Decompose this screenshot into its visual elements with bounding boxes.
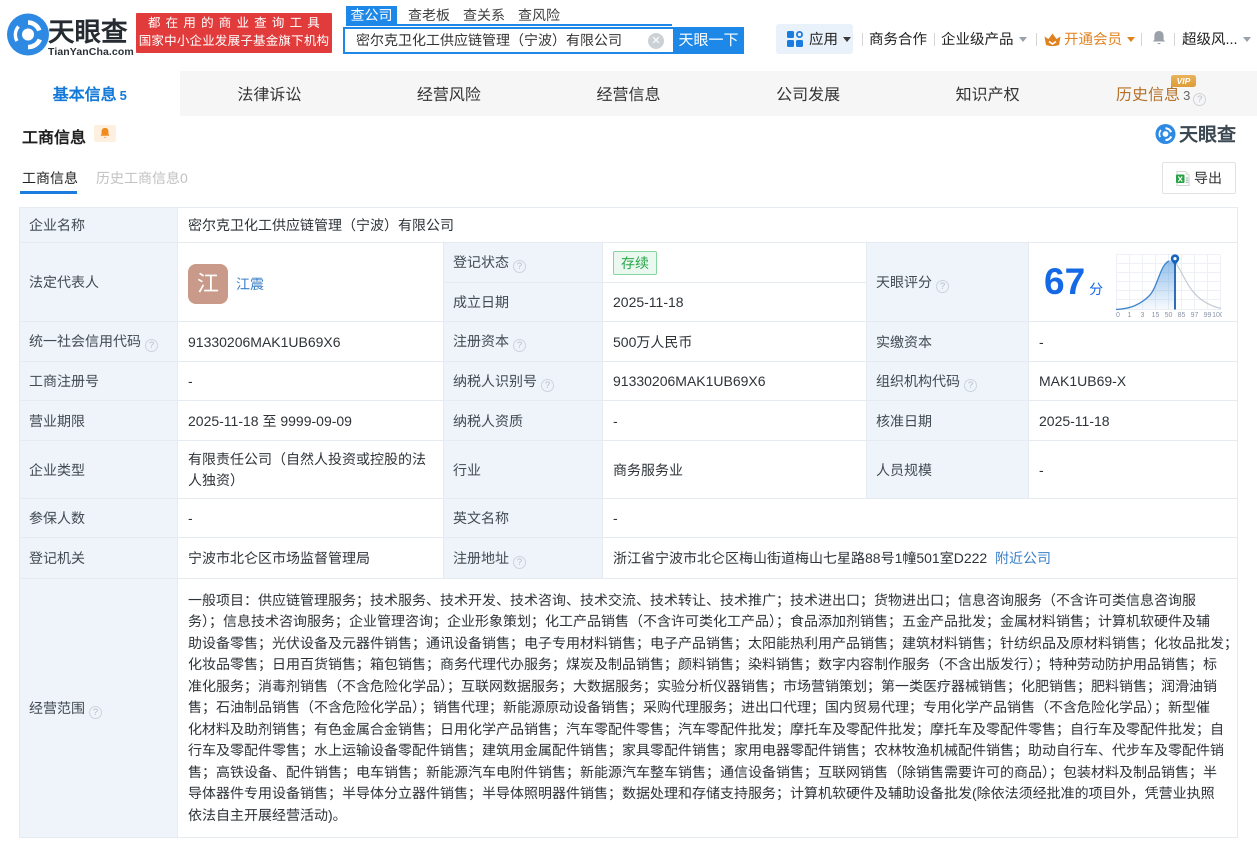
svg-text:1: 1 <box>1128 312 1132 318</box>
svg-text:85: 85 <box>1178 312 1186 318</box>
svg-text:97: 97 <box>1191 312 1199 318</box>
svg-text:3: 3 <box>1141 312 1145 318</box>
svg-text:0: 0 <box>1116 312 1120 318</box>
svg-text:天眼查: 天眼查 <box>1179 123 1237 145</box>
svg-text:15: 15 <box>1152 312 1160 318</box>
svg-text:50: 50 <box>1165 312 1173 318</box>
svg-text:99: 99 <box>1204 312 1212 318</box>
svg-text:100: 100 <box>1212 312 1222 318</box>
